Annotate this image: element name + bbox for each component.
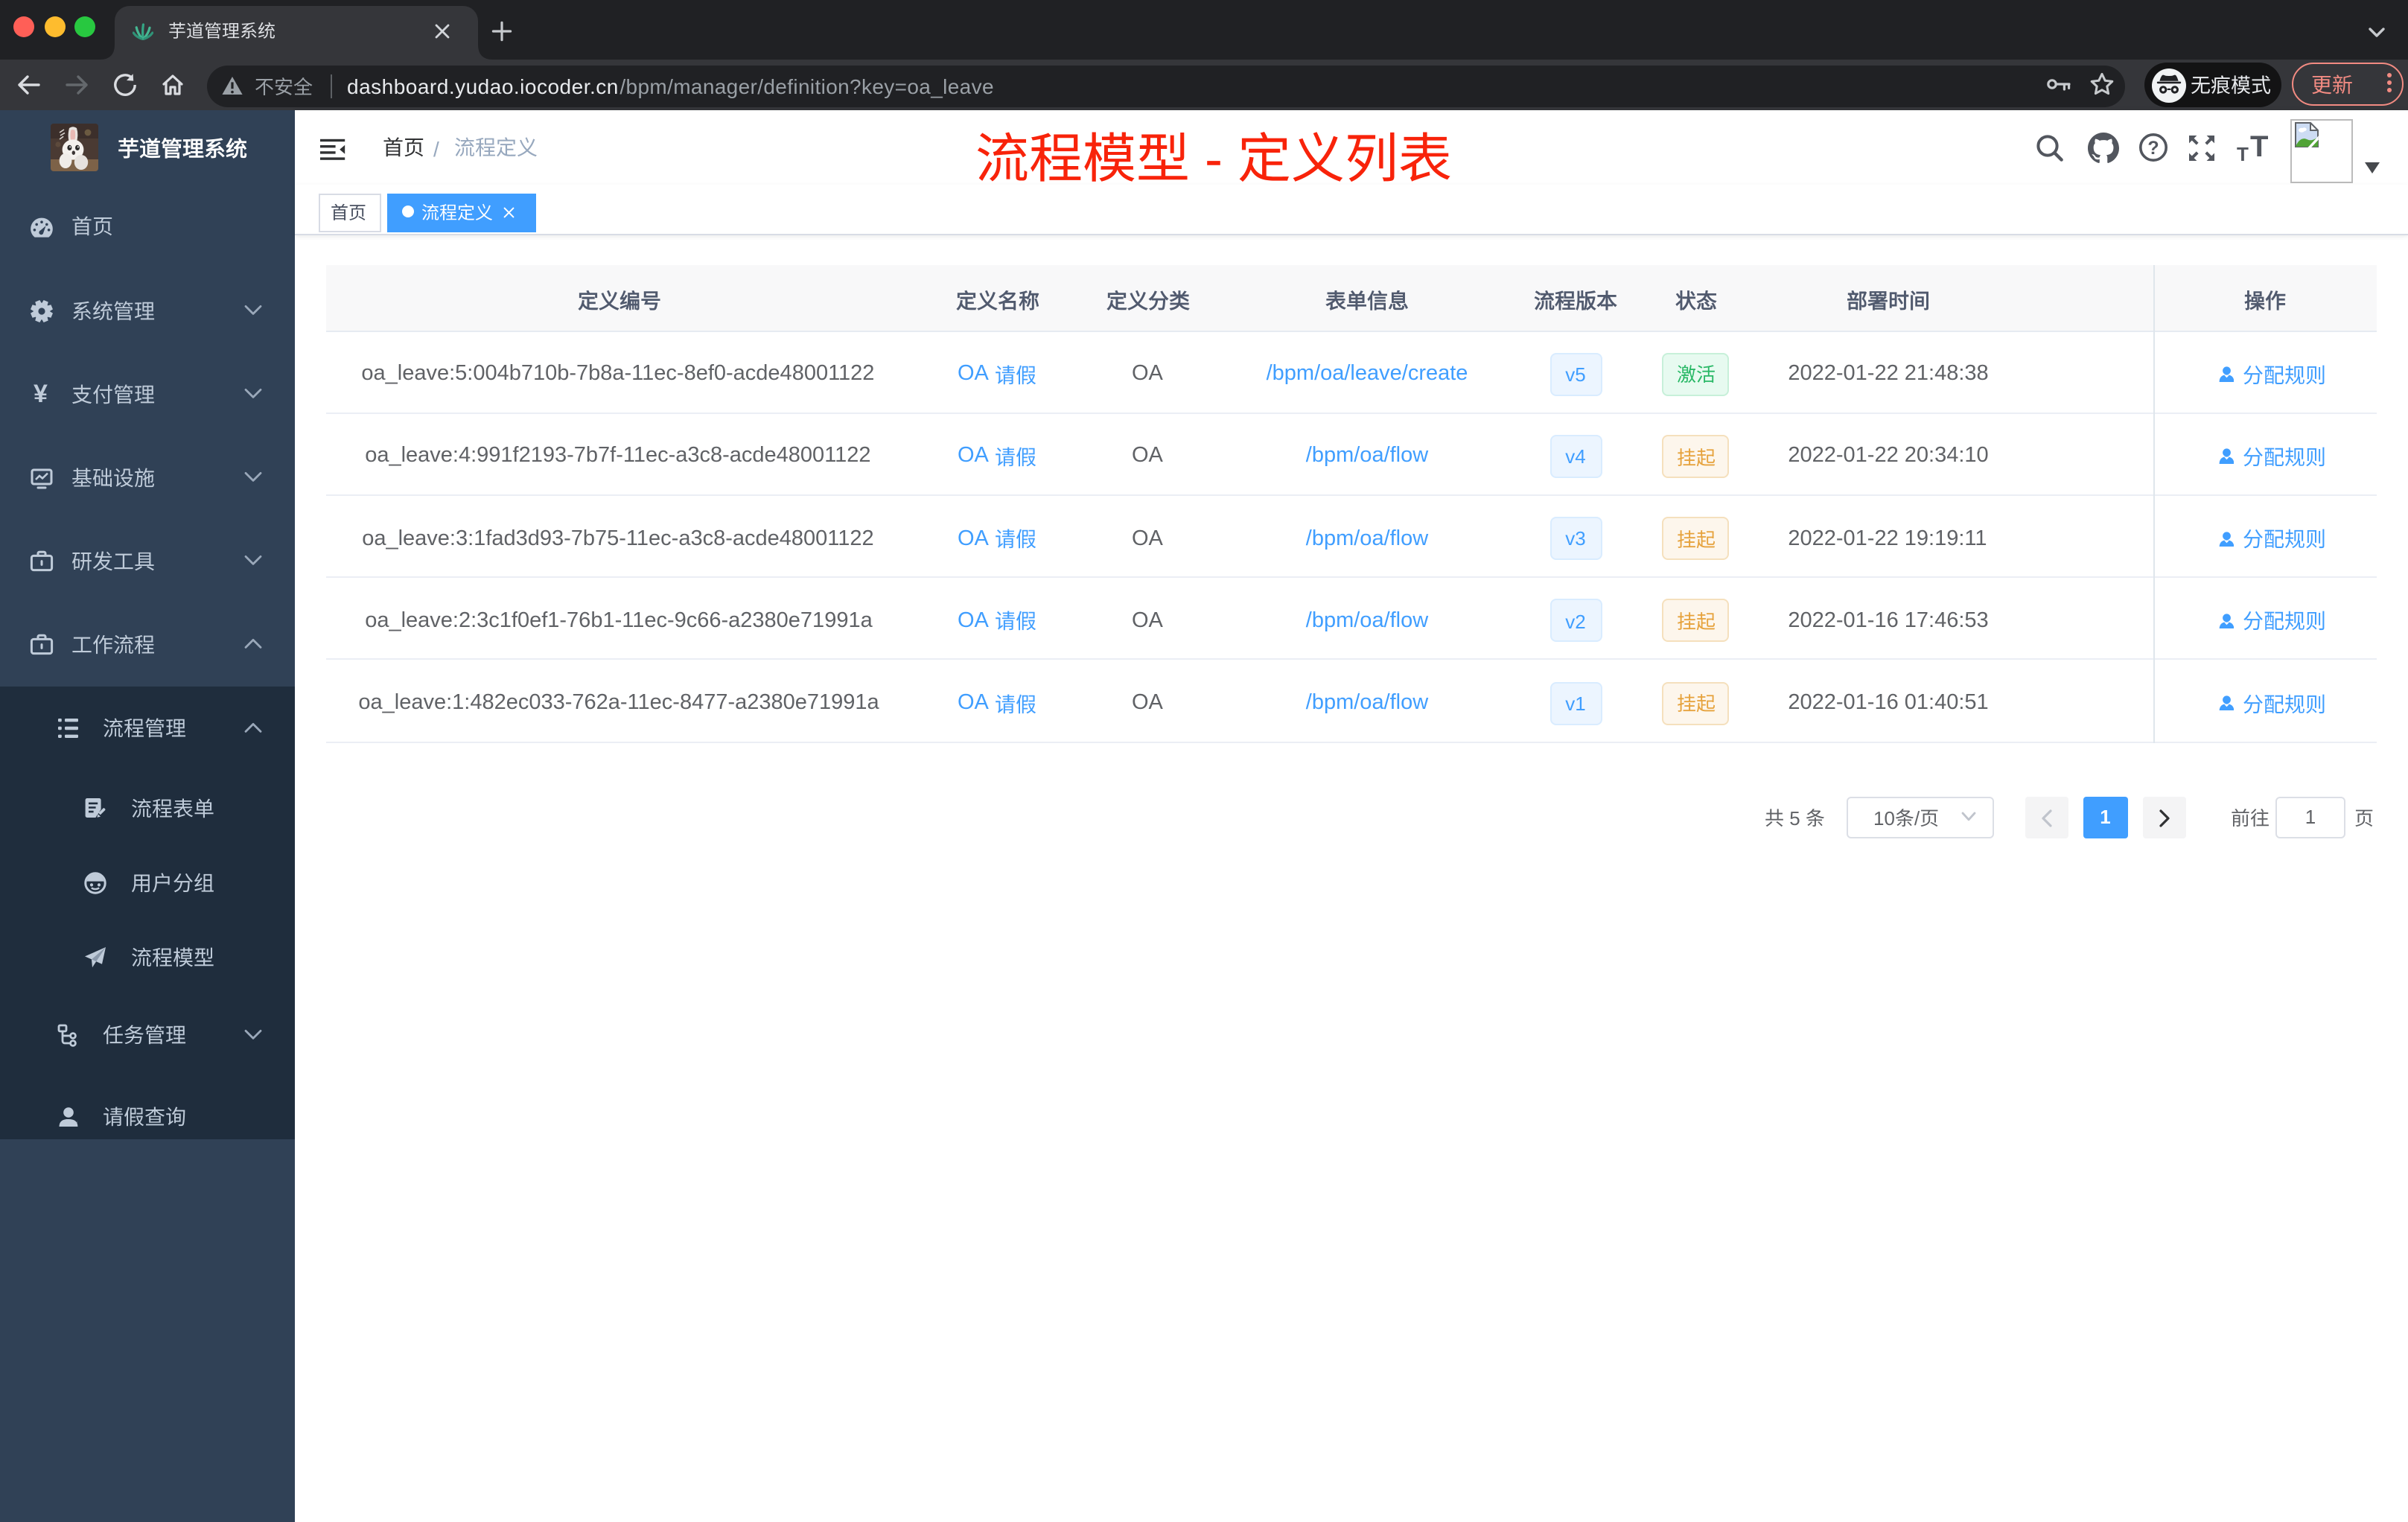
svg-text:?: ?	[2147, 138, 2159, 159]
